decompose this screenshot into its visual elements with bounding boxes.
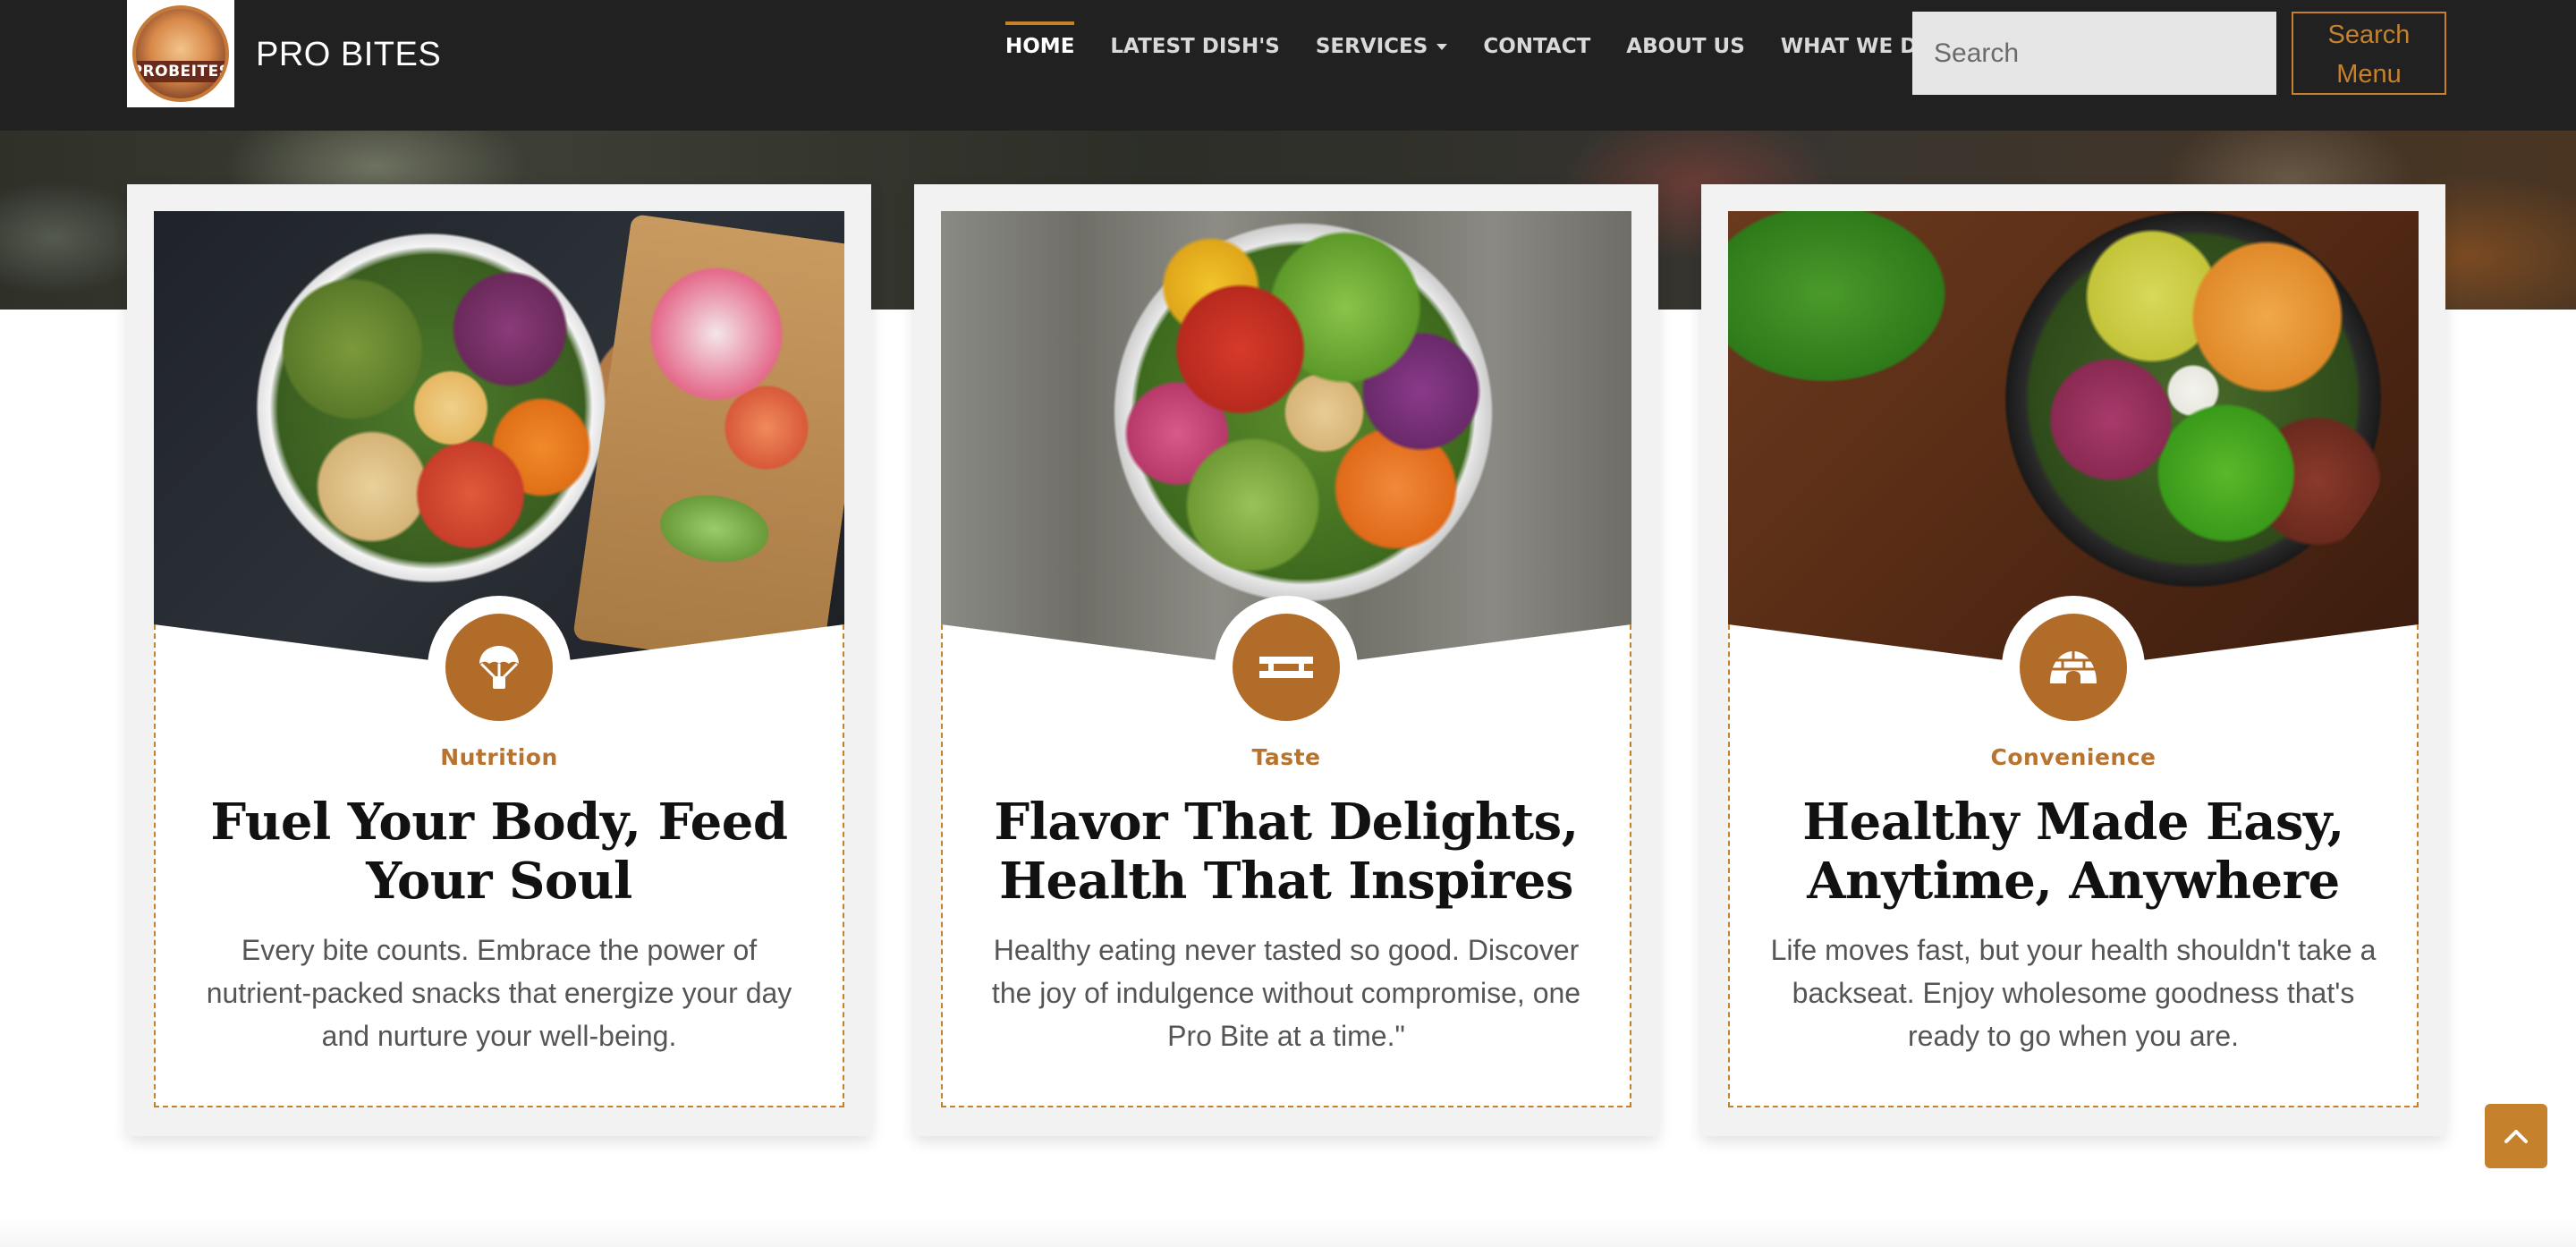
brand-name[interactable]: PRO BITES [256, 32, 441, 77]
nav-about-us[interactable]: ABOUT US [1626, 21, 1745, 72]
feature-card-nutrition: Nutrition Fuel Your Body, Feed Your Soul… [127, 184, 871, 1136]
feature-card-taste: Taste Flavor That Delights, Health That … [914, 184, 1658, 1136]
card-title: Fuel Your Body, Feed Your Soul [210, 793, 788, 911]
card-tag: Taste [1251, 744, 1321, 770]
chevron-up-icon [2504, 1130, 2528, 1143]
nav-home[interactable]: HOME [1005, 21, 1075, 72]
card-description: Life moves fast, but your health shouldn… [1770, 934, 2377, 1052]
scroll-to-top-button[interactable] [2485, 1104, 2547, 1168]
parachute-icon [445, 614, 553, 721]
card-title: Healthy Made Easy, Anytime, Anywhere [1802, 793, 2344, 911]
nav-contact[interactable]: CONTACT [1483, 21, 1590, 72]
navbar: PROBEITES PRO BITES HOME LATEST DISH'S S… [0, 0, 2576, 131]
logo-emblem: PROBEITES [132, 5, 229, 102]
search-input[interactable] [1912, 12, 2276, 95]
card-description: Healthy eating never tasted so good. Dis… [991, 934, 1581, 1052]
nav-services[interactable]: SERVICES [1316, 21, 1448, 72]
feature-card-convenience: Convenience Healthy Made Easy, Anytime, … [1701, 184, 2445, 1136]
card-icon-ring [2002, 596, 2145, 739]
nav-latest-dishes[interactable]: LATEST DISH'S [1110, 21, 1279, 72]
card-tag: Nutrition [440, 744, 558, 770]
igloo-icon [2020, 614, 2127, 721]
card-icon-ring [1215, 596, 1358, 739]
bench-icon [1233, 614, 1340, 721]
logo-text: PROBEITES [136, 61, 225, 82]
nav-links: HOME LATEST DISH'S SERVICES CONTACT ABOU… [1005, 21, 1970, 72]
caret-down-icon [1436, 43, 1448, 50]
nav-services-label: SERVICES [1315, 35, 1428, 58]
card-title: Flavor That Delights, Health That Inspir… [994, 793, 1579, 911]
logo[interactable]: PROBEITES [127, 0, 234, 107]
card-tag: Convenience [1990, 744, 2157, 770]
section-divider-shadow [0, 1217, 2576, 1247]
search-menu-button[interactable]: Search Menu [2292, 12, 2446, 95]
card-icon-ring [428, 596, 571, 739]
card-description: Every bite counts. Embrace the power of … [206, 934, 792, 1052]
